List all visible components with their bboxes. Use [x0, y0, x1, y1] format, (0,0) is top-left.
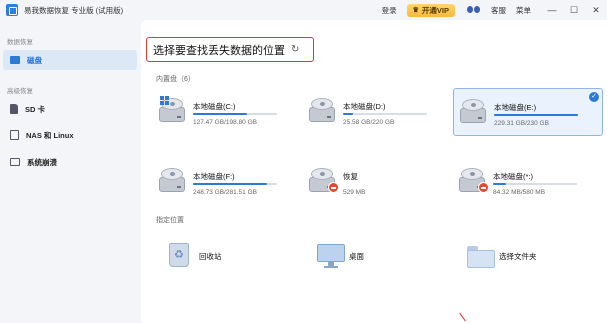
drive-size: 84.32 MB/580 MB: [493, 189, 546, 196]
drive-name: 本地磁盘(F:): [193, 172, 235, 181]
heading-box: 选择要查找丢失数据的位置 ↻: [146, 37, 314, 62]
location-desktop[interactable]: 桌面: [309, 238, 439, 274]
drive-usage-bar: [494, 114, 578, 116]
drive-size: 25.58 GB/220 GB: [343, 119, 395, 126]
sidebar-item-sd[interactable]: SD 卡: [0, 99, 141, 119]
sidebar-item-system-crash[interactable]: 系统崩溃: [0, 152, 141, 172]
disk-icon: [10, 56, 20, 64]
app-logo-icon: [6, 4, 18, 16]
login-link[interactable]: 登录: [382, 5, 397, 16]
drive-card[interactable]: 本地磁盘(F:) 248.73 GB/281.51 GB: [153, 158, 303, 206]
page-title: 选择要查找丢失数据的位置: [153, 44, 285, 57]
location-label: 桌面: [349, 252, 364, 261]
folder-icon: [467, 242, 495, 268]
vip-button-label: 开通VIP: [421, 5, 449, 15]
sidebar: 数据恢复 磁盘 高级恢复 SD 卡 NAS 和 Linux 系统崩溃: [0, 20, 141, 323]
monitor-icon: [10, 158, 20, 166]
drive-name: 恢复: [343, 172, 358, 181]
windows-logo-icon: [160, 96, 169, 105]
location-label: 回收站: [199, 252, 222, 261]
desktop-icon: [317, 242, 345, 268]
close-button[interactable]: ✕: [585, 5, 607, 16]
drive-card[interactable]: 本地磁盘(*:) 84.32 MB/580 MB: [453, 158, 603, 206]
sidebar-item-label: NAS 和 Linux: [26, 130, 74, 140]
hard-drive-icon: [309, 96, 335, 122]
sidebar-item-label: 系统崩溃: [27, 157, 57, 167]
title-bar-actions: 登录 ♛ 开通VIP 客服 菜单 — ☐ ✕: [382, 0, 607, 20]
hard-drive-icon: [460, 97, 486, 123]
drive-usage-bar: [193, 113, 277, 115]
sd-card-icon: [10, 104, 18, 114]
refresh-icon[interactable]: ↻: [291, 44, 299, 55]
sidebar-item-nas[interactable]: NAS 和 Linux: [0, 125, 141, 145]
drive-size: 529 MB: [343, 189, 366, 196]
nas-icon: [10, 130, 19, 140]
hard-drive-icon: [159, 96, 185, 122]
sidebar-section-advanced: 高级恢复: [7, 88, 33, 95]
help-link[interactable]: 客服: [491, 5, 506, 16]
crown-icon: ♛: [412, 7, 419, 14]
location-recycle-bin[interactable]: 回收站: [159, 238, 289, 274]
drive-name: 本地磁盘(C:): [193, 102, 236, 111]
vip-button[interactable]: ♛ 开通VIP: [406, 3, 455, 17]
drive-usage-bar: [193, 183, 277, 185]
location-label: 选择文件夹: [499, 252, 537, 261]
maximize-button[interactable]: ☐: [563, 5, 585, 16]
sidebar-section-data-recovery: 数据恢复: [7, 39, 33, 46]
drive-card[interactable]: 本地磁盘(C:) 127.47 GB/198.80 GB: [153, 88, 303, 136]
drive-size: 229.31 GB/230 GB: [494, 120, 549, 127]
hard-drive-icon: [309, 166, 339, 193]
sidebar-item-label: SD 卡: [25, 104, 46, 114]
drive-card[interactable]: 本地磁盘(E:) 229.31 GB/230 GB ✓: [453, 88, 603, 136]
menu-link[interactable]: 菜单: [516, 5, 531, 16]
drive-usage-bar: [343, 113, 427, 115]
drive-name: 本地磁盘(E:): [494, 103, 537, 112]
main-panel: 选择要查找丢失数据的位置 ↻ 内置盘（6） 本地磁盘(C:) 127.47 GB/…: [141, 20, 607, 323]
section-builtin-drives: 内置盘（6）: [156, 76, 195, 83]
recycle-bin-icon: [169, 243, 189, 267]
selected-check-icon: ✓: [589, 92, 599, 102]
sidebar-item-disk[interactable]: 磁盘: [3, 50, 137, 70]
user-avatar-icon[interactable]: [467, 4, 481, 16]
section-specified-locations: 指定位置: [156, 217, 184, 224]
location-choose-folder[interactable]: 选择文件夹: [459, 238, 589, 274]
drive-size: 127.47 GB/198.80 GB: [193, 119, 257, 126]
drive-size: 248.73 GB/281.51 GB: [193, 189, 257, 196]
drive-card[interactable]: 本地磁盘(D:) 25.58 GB/220 GB: [303, 88, 453, 136]
minimize-button[interactable]: —: [541, 5, 563, 15]
error-badge-icon: [478, 182, 489, 193]
hard-drive-icon: [459, 166, 489, 193]
sidebar-item-label: 磁盘: [27, 55, 42, 65]
hard-drive-icon: [159, 166, 185, 192]
title-bar: 易我数据恢复 专业版 (试用版) 登录 ♛ 开通VIP 客服 菜单 — ☐ ✕: [0, 0, 607, 20]
error-badge-icon: [328, 182, 339, 193]
drive-card[interactable]: 恢复 529 MB: [303, 158, 453, 206]
drive-usage-bar: [493, 183, 577, 185]
drive-name: 本地磁盘(*:): [493, 172, 533, 181]
drive-name: 本地磁盘(D:): [343, 102, 386, 111]
app-title: 易我数据恢复 专业版 (试用版): [24, 5, 124, 15]
